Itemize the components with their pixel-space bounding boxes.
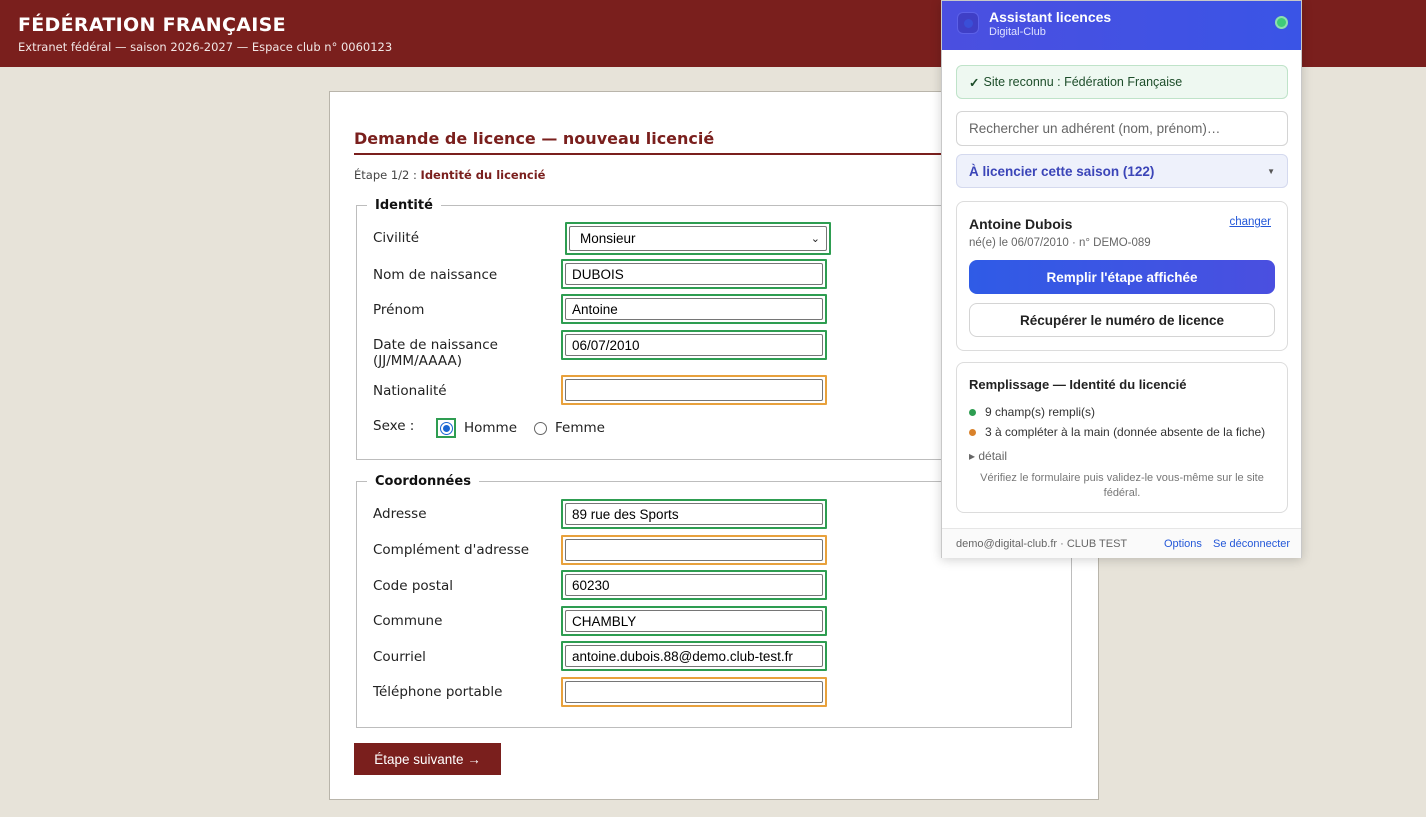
birth-date-label: Date de naissance (JJ/MM/AAAA) <box>373 337 498 369</box>
season-filter-value: À licencier cette saison (122) <box>969 163 1155 179</box>
postal-code-field-outline <box>561 570 827 600</box>
first-name-field-outline <box>561 294 827 324</box>
summary-title: Remplissage — Identité du licencié <box>969 377 1187 392</box>
email-label: Courriel <box>373 649 426 665</box>
site-recognized-text: Site reconnu : Fédération Française <box>983 75 1183 89</box>
get-licence-number-button[interactable]: Récupérer le numéro de licence <box>969 303 1275 337</box>
address-extra-input[interactable] <box>565 539 823 561</box>
address-label: Adresse <box>373 506 427 522</box>
options-link[interactable]: Options <box>1164 538 1202 550</box>
summary-note: Vérifiez le formulaire puis validez-le v… <box>980 472 1264 499</box>
popup-header: Assistant licences Digital-Club <box>942 1 1301 50</box>
civility-label: Civilité <box>373 230 420 246</box>
fill-summary-card: Remplissage — Identité du licencié 9 cha… <box>956 362 1288 513</box>
popup-title: Assistant licences <box>989 9 1112 25</box>
extension-logo-icon <box>957 12 979 34</box>
chevron-down-icon: ⌄ <box>810 233 820 245</box>
civility-value: Monsieur <box>580 231 636 246</box>
fill-step-button[interactable]: Remplir l'étape affichée <box>969 260 1275 294</box>
first-name-input[interactable] <box>565 298 823 320</box>
civility-field-outline: Monsieur ⌄ <box>565 222 831 255</box>
detail-toggle[interactable]: ▸ détail <box>969 449 1007 463</box>
summary-missing-line: 3 à compléter à la main (donnée absente … <box>969 425 1265 439</box>
account-info: demo@digital-club.fr · CLUB TEST <box>956 538 1128 550</box>
birth-date-label-line2: (JJ/MM/AAAA) <box>373 353 462 369</box>
birth-name-label: Nom de naissance <box>373 267 498 283</box>
step-indicator: Étape 1/2 : Identité du licencié <box>354 168 545 182</box>
site-title: FÉDÉRATION FRANÇAISE <box>18 14 286 36</box>
nationality-field-outline <box>561 375 827 405</box>
next-step-button[interactable]: Étape suivante → <box>354 743 501 775</box>
caret-down-icon: ▼ <box>1267 166 1275 176</box>
mobile-field-outline <box>561 677 827 707</box>
connection-status-icon <box>1275 16 1288 29</box>
site-subtitle: Extranet fédéral — saison 2026-2027 — Es… <box>18 40 393 54</box>
member-name: Antoine Dubois <box>969 216 1073 232</box>
sex-female-radio[interactable] <box>534 421 547 435</box>
nationality-label: Nationalité <box>373 383 447 399</box>
sex-label: Sexe : <box>373 418 415 434</box>
address-input[interactable] <box>565 503 823 525</box>
email-input[interactable] <box>565 645 823 667</box>
postal-code-input[interactable] <box>565 574 823 596</box>
city-field-outline <box>561 606 827 636</box>
sex-option-female[interactable]: Femme <box>534 420 605 436</box>
extension-popup: Assistant licences Digital-Club ✓ Site r… <box>941 0 1302 558</box>
contact-legend: Coordonnées <box>375 474 471 489</box>
sex-female-label: Femme <box>555 420 605 436</box>
missing-status-dot-icon <box>969 428 976 436</box>
member-search-input[interactable] <box>956 111 1288 146</box>
sex-male-label: Homme <box>464 420 518 436</box>
change-member-link[interactable]: changer <box>1229 216 1271 228</box>
birth-date-input[interactable] <box>565 334 823 356</box>
address-field-outline <box>561 499 827 529</box>
sex-male-outline <box>436 418 456 438</box>
summary-filled-text: 9 champ(s) rempli(s) <box>985 405 1096 419</box>
civility-select[interactable]: Monsieur ⌄ <box>569 226 827 251</box>
birth-date-field-outline <box>561 330 827 360</box>
popup-subtitle: Digital-Club <box>989 26 1046 38</box>
city-label: Commune <box>373 613 443 629</box>
selected-member-card: Antoine Dubois changer né(e) le 06/07/20… <box>956 201 1288 351</box>
sex-male-radio[interactable] <box>439 421 453 435</box>
city-input[interactable] <box>565 610 823 632</box>
identity-legend: Identité <box>375 198 433 213</box>
summary-missing-text: 3 à compléter à la main (donnée absente … <box>985 425 1266 439</box>
first-name-label: Prénom <box>373 302 425 318</box>
site-recognized-banner: ✓ Site reconnu : Fédération Française <box>956 65 1288 99</box>
step-prefix: Étape 1/2 : <box>354 168 417 182</box>
season-filter-select[interactable]: À licencier cette saison (122) ▼ <box>956 154 1288 188</box>
birth-date-label-line1: Date de naissance <box>373 337 498 353</box>
filled-status-dot-icon <box>969 408 976 416</box>
address-extra-label: Complément d'adresse <box>373 542 530 558</box>
mobile-label: Téléphone portable <box>373 684 503 700</box>
birth-name-field-outline <box>561 259 827 289</box>
address-extra-field-outline <box>561 535 827 565</box>
logout-link[interactable]: Se déconnecter <box>1213 538 1290 550</box>
checkmark-icon: ✓ <box>969 75 980 90</box>
popup-footer: demo@digital-club.fr · CLUB TEST Options… <box>942 528 1301 558</box>
email-field-outline <box>561 641 827 671</box>
mobile-input[interactable] <box>565 681 823 703</box>
summary-filled-line: 9 champ(s) rempli(s) <box>969 405 1095 419</box>
sex-option-male[interactable]: Homme <box>436 418 517 438</box>
member-meta: né(e) le 06/07/2010 · n° DEMO-089 <box>969 237 1151 249</box>
postal-code-label: Code postal <box>373 578 454 594</box>
step-name: Identité du licencié <box>420 168 546 182</box>
nationality-input[interactable] <box>565 379 823 401</box>
birth-name-input[interactable] <box>565 263 823 285</box>
